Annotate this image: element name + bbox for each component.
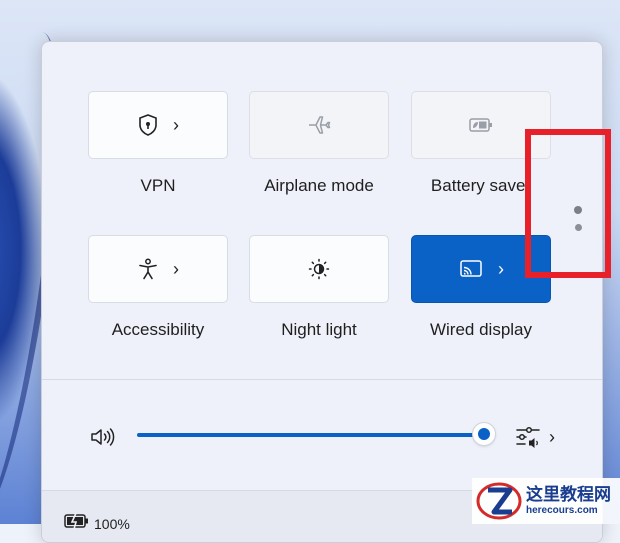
watermark-url: herecours.com <box>526 504 598 516</box>
audio-output-button[interactable]: › <box>515 424 561 450</box>
accessibility-label: Accessibility <box>111 320 205 339</box>
divider <box>42 379 602 380</box>
wired-display-label: Wired display <box>429 320 533 339</box>
watermark-title: 这里教程网 <box>526 485 611 505</box>
chevron-right-icon: › <box>173 115 179 135</box>
chevron-right-icon: › <box>498 259 504 279</box>
battery-saver-icon <box>469 118 492 132</box>
accessibility-person-icon <box>139 258 157 280</box>
site-watermark: 这里教程网 herecours.com <box>472 478 620 524</box>
vpn-tile[interactable]: › <box>88 91 228 159</box>
airplane-icon <box>309 116 331 134</box>
site-logo-icon <box>476 482 522 520</box>
shield-lock-icon <box>139 114 157 136</box>
night-light-icon <box>308 258 330 280</box>
volume-slider-thumb[interactable] <box>473 423 495 445</box>
quick-settings-panel: › VPN Airplane mode Battery saver › Acce… <box>41 41 603 543</box>
night-light-tile[interactable] <box>249 235 389 303</box>
cast-display-icon <box>460 260 482 277</box>
audio-mixer-icon <box>516 426 540 448</box>
accessibility-tile[interactable]: › <box>88 235 228 303</box>
airplane-mode-label: Airplane mode <box>264 176 374 195</box>
airplane-mode-tile[interactable] <box>249 91 389 159</box>
volume-slider-track[interactable] <box>137 433 483 437</box>
chevron-right-icon: › <box>549 427 555 447</box>
vpn-label: VPN <box>140 176 176 195</box>
chevron-right-icon: › <box>173 259 179 279</box>
battery-percentage[interactable]: 100% <box>94 516 130 532</box>
battery-charging-icon[interactable] <box>64 513 90 529</box>
speaker-icon[interactable] <box>89 425 117 449</box>
night-light-label: Night light <box>281 320 357 339</box>
annotation-highlight-box <box>525 129 611 278</box>
